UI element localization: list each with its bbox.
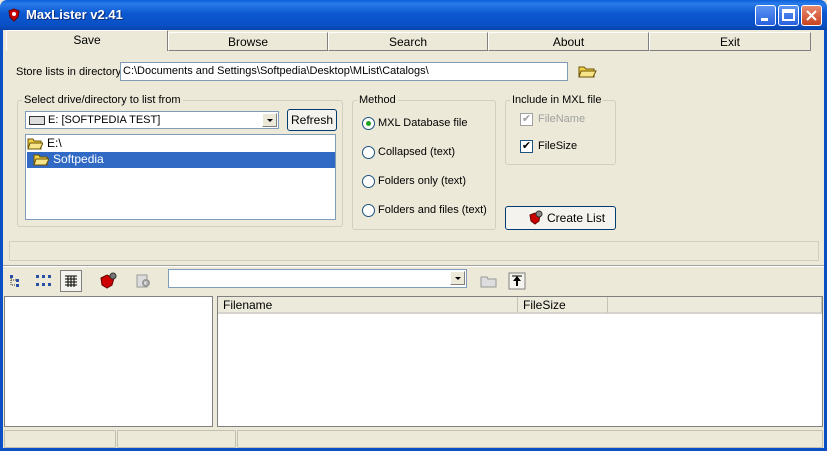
chevron-down-icon[interactable] — [262, 113, 277, 127]
close-icon — [806, 10, 817, 21]
method-legend: Method — [359, 94, 396, 106]
filesize-checkbox[interactable]: ✔ — [520, 140, 533, 153]
filename-checkbox: ✔ — [520, 113, 533, 126]
tree-item-label: E:\ — [47, 136, 62, 150]
app-icon — [8, 8, 20, 22]
tab-label: Exit — [719, 35, 740, 49]
maximize-icon — [782, 9, 795, 21]
column-header-filler — [608, 297, 822, 314]
include-option-label: FileSize — [538, 140, 578, 152]
tab-label: Search — [388, 35, 428, 49]
tab-browse[interactable]: Browse — [168, 32, 328, 51]
create-list-button[interactable]: Create List — [505, 206, 616, 230]
method-radio-collapsed[interactable] — [362, 146, 375, 159]
method-option-label: Folders and files (text) — [378, 204, 487, 216]
tree-collapse-icon[interactable] — [6, 270, 28, 292]
open-folder-icon — [33, 154, 49, 166]
up-folder-icon[interactable] — [506, 270, 528, 292]
tab-save[interactable]: Save — [6, 30, 168, 51]
tab-label: About — [552, 35, 585, 49]
folder-disabled-icon[interactable] — [478, 270, 500, 292]
open-folder-icon[interactable] — [577, 62, 597, 81]
maximize-button[interactable] — [778, 5, 799, 26]
directory-tree[interactable]: E:\ Softpedia — [25, 134, 336, 220]
store-dir-input[interactable]: C:\Documents and Settings\Softpedia\Desk… — [120, 62, 568, 81]
method-option-label: Folders only (text) — [378, 175, 467, 187]
drive-select-value: E: [SOFTPEDIA TEST] — [48, 114, 161, 126]
method-radio-folders-only[interactable] — [362, 175, 375, 188]
include-group: Include in MXL file — [505, 94, 616, 165]
tab-search[interactable]: Search — [328, 32, 488, 51]
window-title: MaxLister v2.41 — [26, 7, 123, 22]
open-folder-icon — [27, 138, 43, 150]
open-mxl-icon[interactable] — [97, 270, 119, 292]
progress-bar — [9, 241, 819, 261]
tab-label: Browse — [227, 35, 268, 49]
drive-select[interactable]: E: [SOFTPEDIA TEST] — [25, 111, 279, 129]
select-drive-legend: Select drive/directory to list from — [24, 94, 181, 106]
title-bar[interactable]: MaxLister v2.41 — [0, 0, 827, 30]
refresh-button[interactable]: Refresh — [287, 109, 337, 131]
create-list-icon — [529, 210, 543, 225]
search-disabled-icon[interactable] — [133, 270, 155, 292]
method-option-label: MXL Database file — [378, 117, 468, 129]
tab-exit[interactable]: Exit — [649, 32, 811, 51]
status-panel — [117, 430, 236, 448]
chevron-down-icon[interactable] — [450, 271, 465, 285]
method-radio-mxl[interactable] — [362, 117, 375, 130]
tree-item[interactable]: Softpedia — [27, 152, 335, 168]
tab-about[interactable]: About — [488, 32, 649, 51]
include-option-label: FileName — [538, 113, 586, 125]
file-list-pane[interactable]: Filename FileSize — [217, 296, 823, 427]
tree-expand-icon[interactable] — [33, 270, 55, 292]
details-view-button[interactable] — [60, 270, 82, 292]
tree-item[interactable]: E:\ — [27, 136, 62, 152]
column-header-filesize[interactable]: FileSize — [518, 297, 608, 314]
status-panel — [4, 430, 116, 448]
store-dir-label: Store lists in directory: — [16, 66, 125, 78]
separator — [3, 265, 824, 267]
close-button[interactable] — [801, 5, 822, 26]
drive-icon — [29, 116, 45, 125]
method-option-label: Collapsed (text) — [378, 146, 456, 158]
column-header-filename[interactable]: Filename — [218, 297, 518, 314]
folder-tree-pane[interactable] — [4, 296, 213, 427]
details-view-icon — [65, 275, 77, 287]
tab-label: Save — [73, 33, 101, 47]
minimize-button[interactable] — [755, 5, 776, 26]
minimize-icon — [761, 18, 768, 21]
tree-item-label: Softpedia — [53, 152, 104, 166]
catalog-select[interactable] — [168, 269, 467, 288]
method-radio-folders-files[interactable] — [362, 204, 375, 217]
create-list-label: Create List — [547, 211, 606, 225]
status-panel — [237, 430, 823, 448]
include-legend: Include in MXL file — [512, 94, 602, 106]
